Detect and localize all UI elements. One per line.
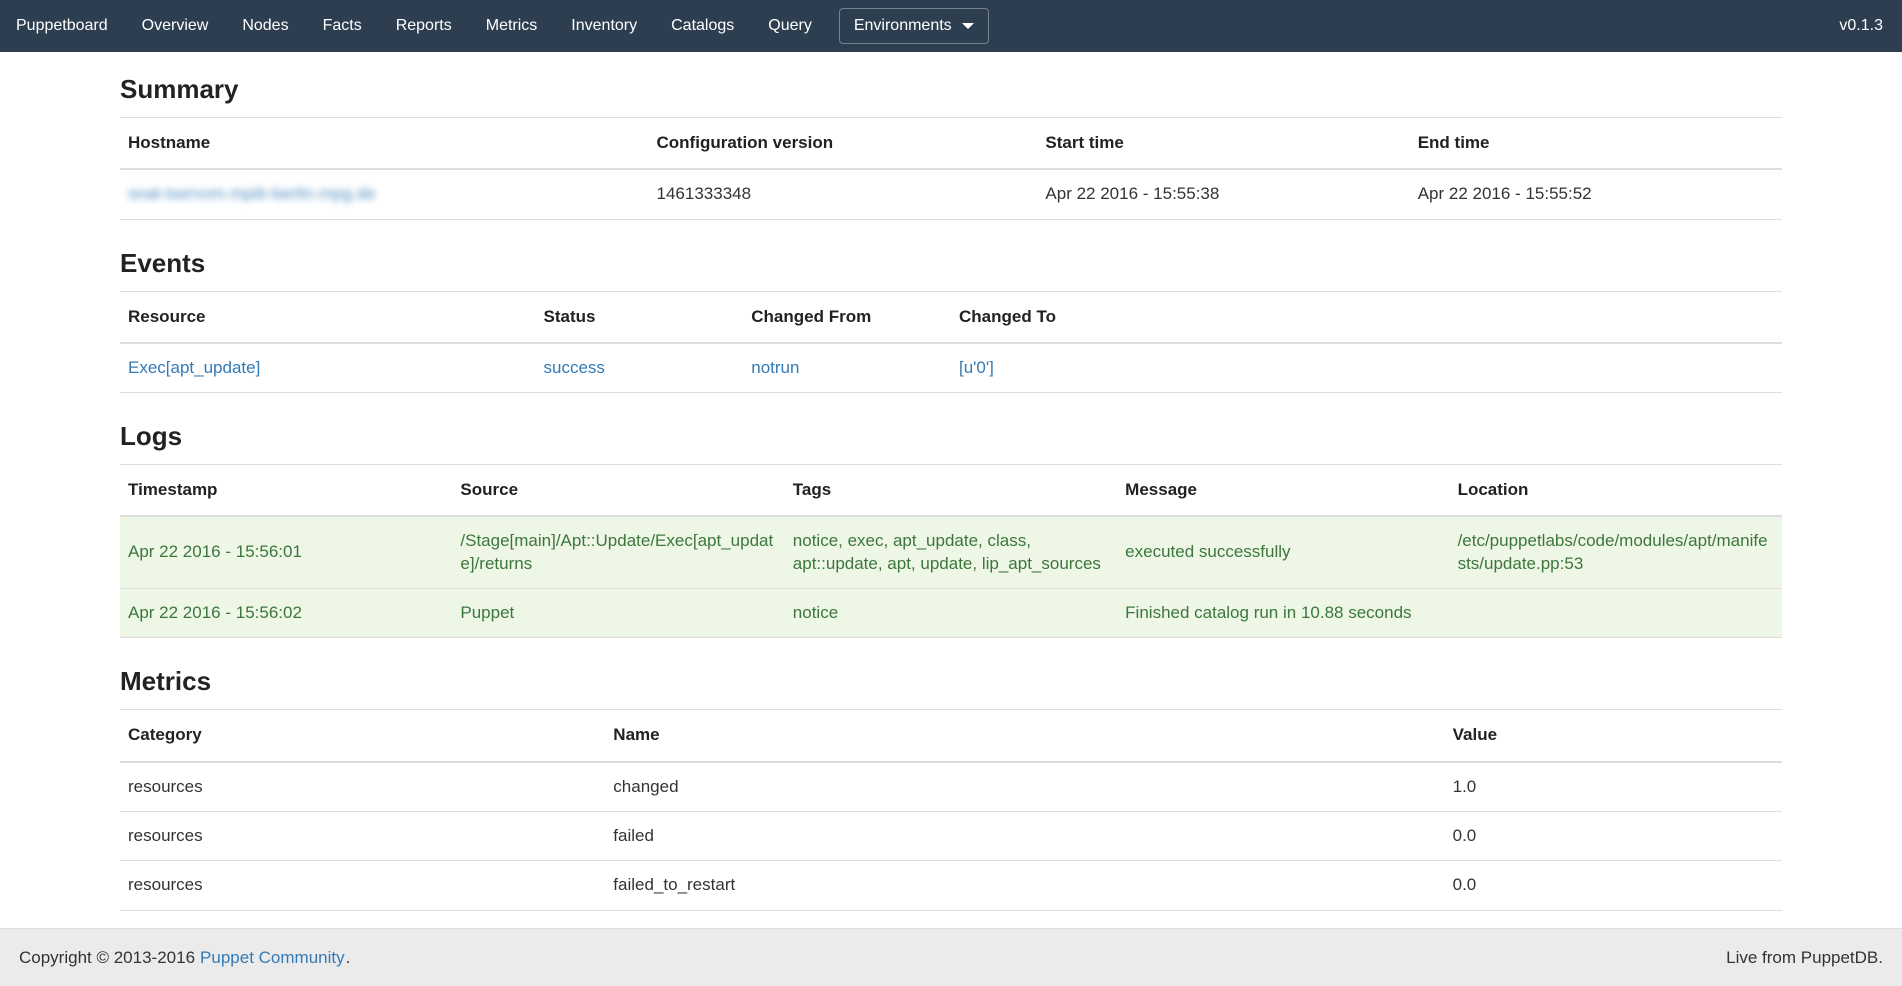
changed-from-link[interactable]: notrun: [751, 358, 799, 377]
metrics-section: Metrics Category Name Value resources ch…: [120, 666, 1782, 910]
navbar-right: v0.1.3: [1839, 0, 1902, 52]
table-header-row: Timestamp Source Tags Message Location: [120, 465, 1782, 517]
logs-heading: Logs: [120, 421, 1782, 452]
footer: Copyright © 2013-2016 Puppet Community. L…: [0, 928, 1902, 986]
column-header-end-time: End time: [1410, 118, 1782, 170]
log-timestamp-cell: Apr 22 2016 - 15:56:02: [120, 589, 452, 638]
table-header-row: Category Name Value: [120, 710, 1782, 762]
nav-item-reports[interactable]: Reports: [379, 0, 469, 52]
resource-link[interactable]: Exec[apt_update]: [128, 358, 260, 377]
metric-value-cell: 0.0: [1445, 812, 1782, 861]
log-source-cell: /Stage[main]/Apt::Update/Exec[apt_update…: [452, 516, 784, 588]
environments-dropdown-label: Environments: [854, 17, 952, 35]
navbar-left: Puppetboard Overview Nodes Facts Reports…: [0, 0, 999, 52]
resource-cell: Exec[apt_update]: [120, 343, 536, 393]
end-time-cell: Apr 22 2016 - 15:55:52: [1410, 169, 1782, 219]
navbar: Puppetboard Overview Nodes Facts Reports…: [0, 0, 1902, 52]
changed-to-link[interactable]: [u'0']: [959, 358, 994, 377]
status-link[interactable]: success: [544, 358, 605, 377]
column-header-value: Value: [1445, 710, 1782, 762]
hostname-link[interactable]: snat-tservvm.mpib-berlin.mpg.de: [128, 184, 376, 203]
table-row: Exec[apt_update] success notrun [u'0']: [120, 343, 1782, 393]
summary-table: Hostname Configuration version Start tim…: [120, 117, 1782, 220]
nav-item-facts[interactable]: Facts: [306, 0, 379, 52]
brand-puppetboard[interactable]: Puppetboard: [0, 0, 125, 52]
changed-from-cell: notrun: [743, 343, 951, 393]
logs-section: Logs Timestamp Source Tags Message Locat…: [120, 421, 1782, 638]
metric-category-cell: resources: [120, 861, 605, 910]
events-heading: Events: [120, 248, 1782, 279]
status-cell: success: [536, 343, 744, 393]
column-header-message: Message: [1117, 465, 1449, 517]
column-header-start-time: Start time: [1037, 118, 1409, 170]
column-header-source: Source: [452, 465, 784, 517]
log-timestamp-cell: Apr 22 2016 - 15:56:01: [120, 516, 452, 588]
events-section: Events Resource Status Changed From Chan…: [120, 248, 1782, 394]
table-row: resources failed_to_restart 0.0: [120, 861, 1782, 910]
nav-item-query[interactable]: Query: [751, 0, 829, 52]
column-header-category: Category: [120, 710, 605, 762]
summary-heading: Summary: [120, 74, 1782, 105]
hostname-cell: snat-tservvm.mpib-berlin.mpg.de: [120, 169, 649, 219]
log-location-cell: [1450, 589, 1782, 638]
metric-name-cell: failed_to_restart: [605, 861, 1444, 910]
table-header-row: Resource Status Changed From Changed To: [120, 291, 1782, 343]
chevron-down-icon: [962, 23, 974, 29]
column-header-hostname: Hostname: [120, 118, 649, 170]
metric-value-cell: 0.0: [1445, 861, 1782, 910]
column-header-location: Location: [1450, 465, 1782, 517]
column-header-changed-from: Changed From: [743, 291, 951, 343]
log-tags-cell: notice, exec, apt_update, class, apt::up…: [785, 516, 1117, 588]
puppet-community-link[interactable]: Puppet Community: [200, 948, 345, 967]
footer-copyright: Copyright © 2013-2016 Puppet Community.: [19, 948, 350, 968]
log-location-cell: /etc/puppetlabs/code/modules/apt/manifes…: [1450, 516, 1782, 588]
metric-name-cell: changed: [605, 762, 1444, 812]
metric-category-cell: resources: [120, 762, 605, 812]
logs-table: Timestamp Source Tags Message Location A…: [120, 464, 1782, 638]
column-header-tags: Tags: [785, 465, 1117, 517]
metric-category-cell: resources: [120, 812, 605, 861]
metric-value-cell: 1.0: [1445, 762, 1782, 812]
metrics-table: Category Name Value resources changed 1.…: [120, 709, 1782, 910]
table-row: Apr 22 2016 - 15:56:02 Puppet notice Fin…: [120, 589, 1782, 638]
nav-item-inventory[interactable]: Inventory: [554, 0, 654, 52]
nav-item-catalogs[interactable]: Catalogs: [654, 0, 751, 52]
changed-to-cell: [u'0']: [951, 343, 1782, 393]
main-content: Summary Hostname Configuration version S…: [120, 74, 1782, 911]
environments-dropdown[interactable]: Environments: [839, 8, 989, 44]
log-message-cell: Finished catalog run in 10.88 seconds: [1117, 589, 1449, 638]
log-source-cell: Puppet: [452, 589, 784, 638]
nav-item-overview[interactable]: Overview: [125, 0, 226, 52]
table-row: snat-tservvm.mpib-berlin.mpg.de 14613333…: [120, 169, 1782, 219]
metrics-heading: Metrics: [120, 666, 1782, 697]
summary-section: Summary Hostname Configuration version S…: [120, 74, 1782, 220]
log-message-cell: executed successfully: [1117, 516, 1449, 588]
start-time-cell: Apr 22 2016 - 15:55:38: [1037, 169, 1409, 219]
table-header-row: Hostname Configuration version Start tim…: [120, 118, 1782, 170]
config-version-cell: 1461333348: [649, 169, 1038, 219]
table-row: Apr 22 2016 - 15:56:01 /Stage[main]/Apt:…: [120, 516, 1782, 588]
table-row: resources failed 0.0: [120, 812, 1782, 861]
version-label: v0.1.3: [1839, 17, 1883, 35]
table-row: resources changed 1.0: [120, 762, 1782, 812]
events-table: Resource Status Changed From Changed To …: [120, 291, 1782, 394]
nav-item-nodes[interactable]: Nodes: [225, 0, 305, 52]
column-header-changed-to: Changed To: [951, 291, 1782, 343]
column-header-config-version: Configuration version: [649, 118, 1038, 170]
copyright-period: .: [346, 948, 351, 967]
metric-name-cell: failed: [605, 812, 1444, 861]
nav-item-metrics[interactable]: Metrics: [469, 0, 555, 52]
footer-live-from-puppetdb: Live from PuppetDB.: [1726, 948, 1883, 968]
column-header-resource: Resource: [120, 291, 536, 343]
column-header-name: Name: [605, 710, 1444, 762]
log-tags-cell: notice: [785, 589, 1117, 638]
copyright-text: Copyright © 2013-2016: [19, 948, 195, 967]
column-header-status: Status: [536, 291, 744, 343]
column-header-timestamp: Timestamp: [120, 465, 452, 517]
